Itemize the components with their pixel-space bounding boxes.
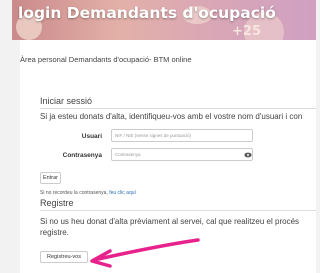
login-heading: Iniciar sessió: [40, 96, 93, 106]
divider: [40, 108, 316, 109]
register-button[interactable]: Registreu-vos: [40, 251, 88, 263]
register-heading: Registre: [40, 198, 74, 208]
main-content: Àrea personal Demandants d'ocupació- BTM…: [20, 40, 316, 273]
register-intro-line1: Si no us heu donat d'alta prèviament al …: [40, 217, 300, 226]
header-banner: +25 login Demandants d'ocupació: [12, 0, 316, 40]
login-intro: Si ja esteu donats d'alta, identifiqueu-…: [40, 112, 303, 121]
register-intro-line2: registre.: [40, 228, 69, 237]
login-button[interactable]: Entrar: [40, 172, 61, 184]
banner-decoration-text: +25: [232, 24, 261, 39]
forgot-password-link[interactable]: feu clic aquí: [109, 190, 136, 196]
divider: [40, 210, 316, 211]
page-title: login Demandants d'ocupació: [18, 4, 276, 22]
username-input[interactable]: NIF / NIE (sense signes de puntuació): [111, 129, 253, 142]
forgot-password-text: Si no recordeu la contrasenya, feu clic …: [40, 190, 136, 196]
password-input[interactable]: Contrasenya: [111, 148, 253, 161]
password-label: Contrasenya: [62, 152, 102, 159]
user-label: Usuari: [81, 133, 102, 140]
eye-icon[interactable]: [242, 148, 253, 161]
area-title: Àrea personal Demandants d'ocupació- BTM…: [20, 55, 192, 64]
